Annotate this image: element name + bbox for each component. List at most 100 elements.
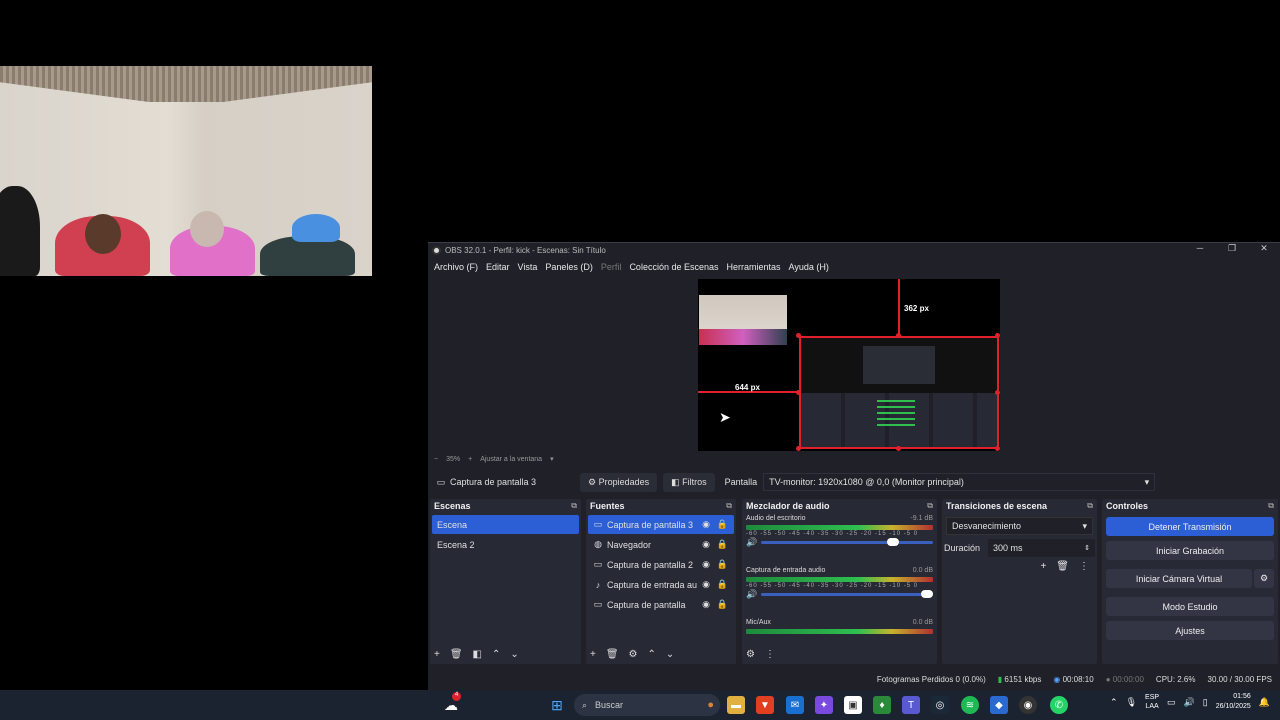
- more-options-icon[interactable]: ⋮: [765, 649, 775, 660]
- virtual-camera-button[interactable]: Iniciar Cámara Virtual: [1106, 569, 1252, 588]
- preview-webcam-source[interactable]: [699, 295, 787, 345]
- monitor-icon[interactable]: ▭: [1167, 697, 1176, 708]
- maximize-icon[interactable]: ❐: [1216, 243, 1248, 254]
- move-down-icon[interactable]: ⌄: [510, 649, 518, 660]
- lock-icon[interactable]: 🔒: [717, 519, 728, 530]
- fit-window-button[interactable]: Ajustar a la ventana: [480, 456, 542, 463]
- menu-herramientas[interactable]: Herramientas: [727, 262, 781, 272]
- steam-icon[interactable]: ◎: [931, 696, 949, 714]
- start-recording-button[interactable]: Iniciar Grabación: [1106, 541, 1274, 560]
- resize-handle[interactable]: [796, 446, 801, 451]
- eye-icon[interactable]: ◉: [702, 579, 710, 590]
- source-item[interactable]: ♪ Captura de entrada au ◉ 🔒: [588, 575, 734, 594]
- menu-coleccion[interactable]: Colección de Escenas: [629, 262, 718, 272]
- close-icon[interactable]: ✕: [1248, 243, 1280, 254]
- filter-icon[interactable]: ◧: [473, 649, 482, 660]
- trash-icon[interactable]: 🗑: [1056, 561, 1069, 572]
- menu-perfil[interactable]: Perfil: [601, 262, 622, 272]
- source-item[interactable]: ◍ Navegador ◉ 🔒: [588, 535, 734, 554]
- resize-handle[interactable]: [896, 333, 901, 338]
- app-icon[interactable]: ♦: [873, 696, 891, 714]
- speaker-icon[interactable]: 🔊: [746, 537, 757, 548]
- resize-handle[interactable]: [796, 333, 801, 338]
- menu-paneles[interactable]: Paneles (D): [545, 262, 593, 272]
- undock-icon[interactable]: ⧉: [571, 501, 577, 511]
- volume-slider[interactable]: [761, 538, 933, 546]
- obs-taskbar-icon[interactable]: ◉: [1019, 696, 1037, 714]
- eye-icon[interactable]: ◉: [702, 539, 710, 550]
- minimize-icon[interactable]: ─: [1184, 243, 1216, 254]
- zoom-dropdown-icon[interactable]: ▾: [550, 455, 554, 463]
- windows-start-icon[interactable]: ⊞: [548, 696, 566, 714]
- file-explorer-icon[interactable]: ▬: [727, 696, 745, 714]
- lock-icon[interactable]: 🔒: [717, 599, 728, 610]
- zoom-in-button[interactable]: +: [468, 456, 472, 463]
- volume-slider[interactable]: [761, 590, 933, 598]
- spotify-icon[interactable]: ≋: [961, 696, 979, 714]
- source-item[interactable]: ▭ Captura de pantalla ◉ 🔒: [588, 595, 734, 614]
- scene-item[interactable]: Escena: [432, 515, 579, 534]
- gear-icon[interactable]: ⚙: [629, 649, 638, 660]
- stop-stream-button[interactable]: Detener Transmisión: [1106, 517, 1274, 536]
- resize-handle[interactable]: [995, 333, 1000, 338]
- menu-ayuda[interactable]: Ayuda (H): [789, 262, 829, 272]
- preview-canvas[interactable]: 362 px 644 px ➤: [698, 279, 1000, 451]
- microphone-icon[interactable]: 🎙: [1126, 697, 1137, 708]
- menu-archivo[interactable]: Archivo (F): [434, 262, 478, 272]
- duration-input[interactable]: 300 ms ⇕: [988, 539, 1095, 557]
- move-up-icon[interactable]: ⌃: [648, 649, 656, 660]
- menu-editar[interactable]: Editar: [486, 262, 510, 272]
- source-item[interactable]: ▭ Captura de pantalla 3 ◉ 🔒: [588, 515, 734, 534]
- outlook-icon[interactable]: ✉: [786, 696, 804, 714]
- resize-handle[interactable]: [796, 390, 801, 395]
- brave-icon[interactable]: ▼: [756, 696, 774, 714]
- language-indicator[interactable]: ESP LAA: [1145, 693, 1159, 711]
- gear-icon[interactable]: ⚙: [1254, 569, 1274, 588]
- trash-icon[interactable]: 🗑: [450, 649, 463, 660]
- menu-vista[interactable]: Vista: [518, 262, 538, 272]
- advanced-audio-icon[interactable]: ⚙: [746, 649, 755, 660]
- settings-button[interactable]: Ajustes: [1106, 621, 1274, 640]
- resize-handle[interactable]: [995, 390, 1000, 395]
- eye-icon[interactable]: ◉: [702, 599, 710, 610]
- source-item[interactable]: ▭ Captura de pantalla 2 ◉ 🔒: [588, 555, 734, 574]
- properties-button[interactable]: ⚙ Propiedades: [580, 472, 658, 492]
- battery-icon[interactable]: ▯: [1203, 697, 1208, 708]
- undock-icon[interactable]: ⧉: [927, 501, 933, 511]
- whatsapp-icon[interactable]: ✆: [1050, 696, 1068, 714]
- filters-button[interactable]: ◧ Filtros: [663, 472, 715, 492]
- preview-screen-source[interactable]: [799, 336, 999, 449]
- volume-icon[interactable]: 🔊: [1184, 697, 1195, 708]
- transition-select[interactable]: Desvanecimiento ▾: [946, 517, 1093, 535]
- undock-icon[interactable]: ⧉: [726, 501, 732, 511]
- chevron-up-icon[interactable]: ⌃: [1110, 697, 1118, 708]
- taskbar-search[interactable]: ⌕ Buscar ●: [574, 694, 720, 716]
- resize-handle[interactable]: [995, 446, 1000, 451]
- trash-icon[interactable]: 🗑: [606, 649, 619, 660]
- eye-icon[interactable]: ◉: [702, 519, 710, 530]
- studio-mode-button[interactable]: Modo Estudio: [1106, 597, 1274, 616]
- undock-icon[interactable]: ⧉: [1087, 501, 1093, 511]
- zoom-out-button[interactable]: −: [434, 456, 438, 463]
- store-icon[interactable]: ▣: [844, 696, 862, 714]
- resize-handle[interactable]: [896, 446, 901, 451]
- more-options-icon[interactable]: ⋮: [1079, 561, 1089, 572]
- app-icon[interactable]: ◆: [990, 696, 1008, 714]
- move-up-icon[interactable]: ⌃: [492, 649, 500, 660]
- clock[interactable]: 01:56 26/10/2025: [1216, 692, 1251, 712]
- speaker-icon[interactable]: 🔊: [746, 589, 757, 600]
- screen-select[interactable]: TV-monitor: 1920x1080 @ 0,0 (Monitor pri…: [763, 473, 1156, 491]
- lock-icon[interactable]: 🔒: [717, 539, 728, 550]
- add-icon[interactable]: +: [434, 649, 440, 660]
- move-down-icon[interactable]: ⌄: [666, 649, 674, 660]
- spinner-icon[interactable]: ⇕: [1084, 544, 1090, 552]
- eye-icon[interactable]: ◉: [702, 559, 710, 570]
- scene-item[interactable]: Escena 2: [432, 535, 579, 554]
- notifications-icon[interactable]: 🔔: [1259, 697, 1270, 708]
- copilot-icon[interactable]: ✦: [815, 696, 833, 714]
- lock-icon[interactable]: 🔒: [717, 559, 728, 570]
- undock-icon[interactable]: ⧉: [1268, 501, 1274, 511]
- lock-icon[interactable]: 🔒: [717, 579, 728, 590]
- add-icon[interactable]: +: [1040, 561, 1046, 572]
- teams-icon[interactable]: T: [902, 696, 920, 714]
